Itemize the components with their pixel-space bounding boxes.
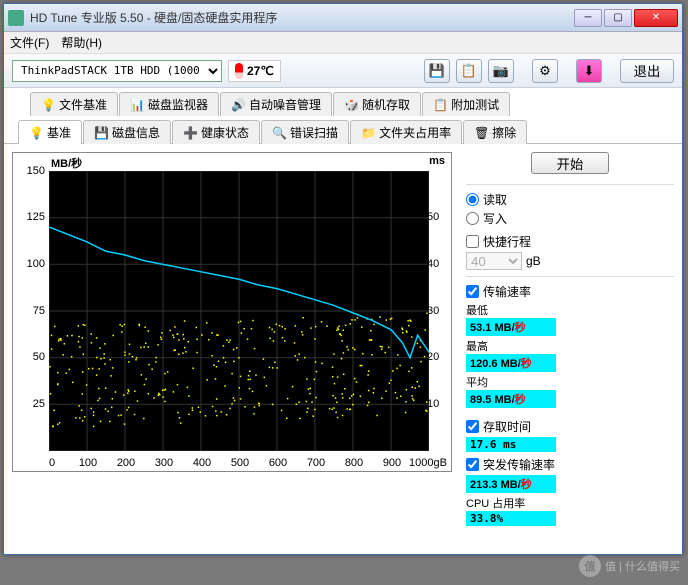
read-radio[interactable]: 读取: [466, 191, 674, 208]
start-button[interactable]: 开始: [531, 152, 609, 174]
temperature-display: 27℃: [228, 60, 281, 82]
side-panel: 开始 读取 写入 快捷行程 40 gB 传输速率 最低 53.1 MB/秒 最高…: [452, 152, 674, 526]
tab-aam[interactable]: 🔊自动噪音管理: [220, 92, 332, 116]
app-window: HD Tune 专业版 5.50 - 硬盘/固态硬盘实用程序 ─ ▢ ✕ 文件(…: [3, 3, 683, 555]
min-value: 53.1 MB/秒: [466, 318, 556, 336]
down-button[interactable]: ⬇: [576, 59, 602, 83]
benchmark-chart: MB/秒 ms 150125100755025 5040302010 01002…: [12, 152, 452, 472]
write-radio[interactable]: 写入: [466, 210, 674, 227]
chart-icon: 📊: [130, 98, 144, 112]
tab-health[interactable]: ➕健康状态: [172, 120, 260, 144]
disk-icon: 💾: [94, 126, 108, 140]
minimize-button[interactable]: ─: [574, 9, 602, 27]
max-value: 120.6 MB/秒: [466, 354, 556, 372]
burst-value: 213.3 MB/秒: [466, 475, 556, 493]
menu-file[interactable]: 文件(F): [10, 34, 49, 51]
settings-button[interactable]: ⚙: [532, 59, 558, 83]
tabs-row-lower: 💡基准 💾磁盘信息 ➕健康状态 🔍错误扫描 📁文件夹占用率 🗑擦除: [4, 116, 682, 144]
menubar: 文件(F) 帮助(H): [4, 32, 682, 54]
quick-checkbox[interactable]: 快捷行程: [466, 233, 674, 250]
min-label: 最低: [466, 302, 674, 318]
tab-benchmark[interactable]: 💡基准: [18, 120, 82, 144]
save-button[interactable]: 💾: [424, 59, 450, 83]
tab-file-benchmark[interactable]: 💡文件基准: [30, 92, 118, 116]
y2-axis-label: ms: [429, 155, 445, 167]
avg-label: 平均: [466, 374, 674, 390]
avg-value: 89.5 MB/秒: [466, 390, 556, 408]
max-label: 最高: [466, 338, 674, 354]
close-button[interactable]: ✕: [634, 9, 678, 27]
clipboard-icon: 📋: [433, 98, 447, 112]
titlebar[interactable]: HD Tune 专业版 5.50 - 硬盘/固态硬盘实用程序 ─ ▢ ✕: [4, 4, 682, 32]
tab-info[interactable]: 💾磁盘信息: [83, 120, 171, 144]
bulb-icon: 💡: [29, 126, 43, 140]
block-size-select: 40: [466, 252, 522, 270]
screenshot-button[interactable]: 📷: [488, 59, 514, 83]
exit-button[interactable]: 退出: [620, 59, 674, 83]
toolbar: ThinkPadSTACK 1TB HDD (1000 gB) 27℃ 💾 📋 …: [4, 54, 682, 88]
burst-checkbox[interactable]: 突发传输速率: [466, 456, 674, 473]
tab-error-scan[interactable]: 🔍错误扫描: [261, 120, 349, 144]
trash-icon: 🗑: [474, 126, 488, 140]
y-axis-label: MB/秒: [51, 155, 82, 171]
window-title: HD Tune 专业版 5.50 - 硬盘/固态硬盘实用程序: [30, 9, 574, 26]
chart-plot-area: [49, 171, 429, 451]
dice-icon: 🎲: [344, 98, 358, 112]
cpu-value: 33.8%: [466, 511, 556, 526]
tabs-row-upper: 💡文件基准 📊磁盘监视器 🔊自动噪音管理 🎲随机存取 📋附加测试: [4, 88, 682, 116]
access-value: 17.6 ms: [466, 437, 556, 452]
folder-icon: 📁: [361, 126, 375, 140]
access-checkbox[interactable]: 存取时间: [466, 418, 674, 435]
speaker-icon: 🔊: [231, 98, 245, 112]
maximize-button[interactable]: ▢: [604, 9, 632, 27]
transfer-checkbox[interactable]: 传输速率: [466, 283, 674, 300]
watermark: 值 值 | 什么值得买: [579, 555, 680, 577]
tab-extra-tests[interactable]: 📋附加测试: [422, 92, 510, 116]
tab-folder-usage[interactable]: 📁文件夹占用率: [350, 120, 462, 144]
plus-icon: ➕: [183, 126, 197, 140]
tab-erase[interactable]: 🗑擦除: [463, 120, 527, 144]
search-icon: 🔍: [272, 126, 286, 140]
tab-random-access[interactable]: 🎲随机存取: [333, 92, 421, 116]
drive-select[interactable]: ThinkPadSTACK 1TB HDD (1000 gB): [12, 60, 222, 82]
content-area: MB/秒 ms 150125100755025 5040302010 01002…: [4, 143, 682, 534]
cpu-label: CPU 占用率: [466, 495, 674, 511]
app-icon: [8, 10, 24, 26]
menu-help[interactable]: 帮助(H): [61, 34, 102, 51]
thermometer-icon: [235, 63, 243, 79]
copy-button[interactable]: 📋: [456, 59, 482, 83]
tab-disk-monitor[interactable]: 📊磁盘监视器: [119, 92, 219, 116]
bulb-icon: 💡: [41, 98, 55, 112]
watermark-logo-icon: 值: [579, 555, 601, 577]
